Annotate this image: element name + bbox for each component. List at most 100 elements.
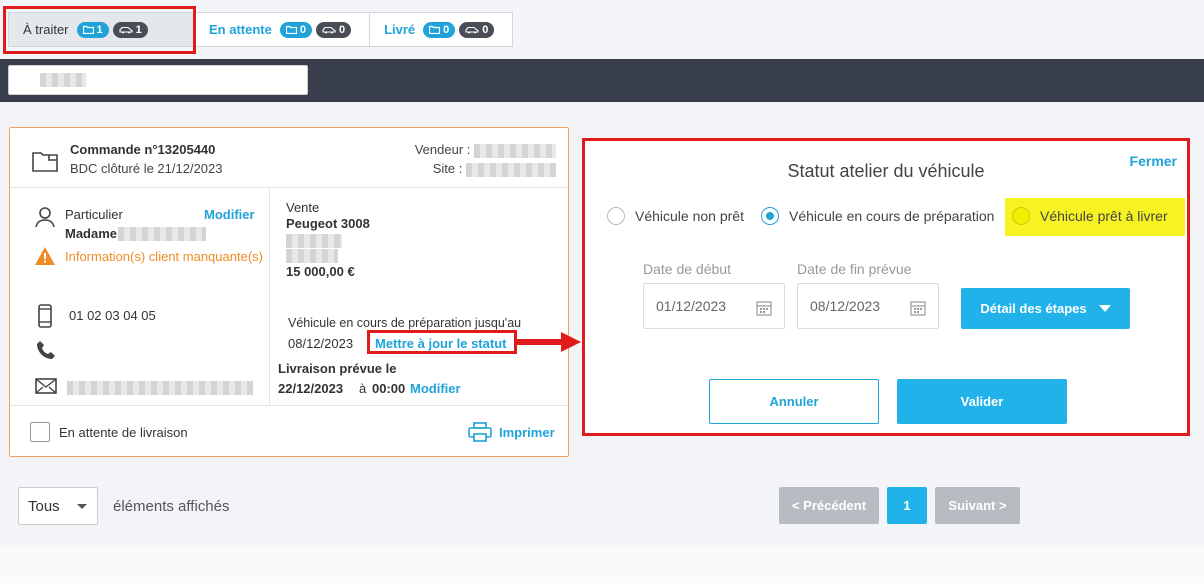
arrow-right-icon <box>517 332 581 352</box>
caret-down-icon <box>77 504 87 509</box>
tab-label: En attente <box>209 22 272 37</box>
person-icon <box>35 207 55 228</box>
vehicle-status-date: 08/12/2023 <box>288 336 354 351</box>
steps-detail-label: Détail des étapes <box>980 301 1087 316</box>
client-name: Madame <box>65 226 118 241</box>
previous-page-button[interactable]: < Précédent <box>779 487 879 524</box>
car-icon <box>322 26 336 33</box>
order-number: Commande n°13205440 <box>70 142 216 157</box>
radio-circle <box>1012 207 1030 225</box>
delivery-date: 22/12/2023 <box>278 381 344 396</box>
radio-circle <box>761 207 779 225</box>
redacted-site <box>466 162 556 177</box>
end-date-value: 08/12/2023 <box>810 298 881 314</box>
radio-circle <box>607 207 625 225</box>
radio-label: Véhicule non prêt <box>635 208 744 224</box>
items-shown-label: éléments affichés <box>113 498 230 515</box>
update-status-link[interactable]: Mettre à jour le statut <box>375 336 506 351</box>
end-date-label: Date de fin prévue <box>797 261 912 277</box>
radio-label: Véhicule en cours de préparation <box>789 208 995 224</box>
footer-band <box>0 545 1204 583</box>
previous-label: < Précédent <box>791 498 867 513</box>
tab-en-attente[interactable]: En attente 0 0 <box>195 13 371 46</box>
waiting-delivery-label: En attente de livraison <box>59 425 188 440</box>
redacted-vendor <box>474 143 556 158</box>
vehicle-status-dialog: Statut atelier du véhicule Fermer Véhicu… <box>582 138 1190 436</box>
cancel-button[interactable]: Annuler <box>709 379 879 424</box>
printer-icon[interactable] <box>468 422 492 442</box>
sale-type: Vente <box>286 200 320 215</box>
per-page-value: Tous <box>28 497 60 515</box>
start-date-field[interactable]: 01/12/2023 <box>643 283 785 329</box>
order-details: Particulier Modifier Madame Information(… <box>10 188 568 406</box>
redacted-client-name <box>118 227 206 241</box>
dialog-title: Statut atelier du véhicule <box>787 161 985 181</box>
car-count-badge: 1 <box>112 21 148 38</box>
car-count-badge: 0 <box>459 21 495 38</box>
folder-count: 0 <box>299 23 306 36</box>
next-page-button[interactable]: Suivant > <box>935 487 1020 524</box>
calendar-icon <box>756 301 772 316</box>
car-count-badge: 0 <box>315 21 352 38</box>
validate-button[interactable]: Valider <box>897 379 1067 424</box>
radio-in-preparation[interactable]: Véhicule en cours de préparation <box>761 207 994 225</box>
radio-not-ready[interactable]: Véhicule non prêt <box>607 207 744 225</box>
next-label: Suivant > <box>948 498 1007 513</box>
tab-a-traiter[interactable]: À traiter 1 1 <box>9 13 195 46</box>
print-link[interactable]: Imprimer <box>499 425 555 440</box>
vehicle-model: Peugeot 3008 <box>286 216 370 231</box>
email-icon <box>35 378 57 394</box>
delivery-time: 00:00 <box>372 381 406 396</box>
start-date-label: Date de début <box>643 261 731 277</box>
start-date-value: 01/12/2023 <box>656 298 727 314</box>
folder-icon <box>82 25 94 34</box>
folder-count-badge: 1 <box>76 21 109 38</box>
order-header: Commande n°13205440 BDC clôturé le 21/12… <box>10 128 568 188</box>
per-page-select[interactable]: Tous <box>18 487 98 525</box>
vendor-label: Vendeur : <box>414 142 471 157</box>
radio-label: Véhicule prêt à livrer <box>1040 208 1168 224</box>
client-type: Particulier <box>65 207 123 222</box>
modify-delivery-link[interactable]: Modifier <box>410 381 461 396</box>
order-footer: En attente de livraison Imprimer <box>10 406 568 456</box>
page-number: 1 <box>903 498 911 513</box>
tab-label: À traiter <box>23 22 69 37</box>
order-card: Commande n°13205440 BDC clôturé le 21/12… <box>9 127 569 457</box>
radio-ready-to-deliver[interactable]: Véhicule prêt à livrer <box>1012 207 1168 225</box>
phone-icon <box>37 341 55 359</box>
mobile-phone-icon <box>38 304 52 328</box>
steps-detail-button[interactable]: Détail des étapes <box>961 288 1130 329</box>
site-label: Site : <box>432 161 463 176</box>
vendor: Vendeur : <box>415 142 556 158</box>
redacted-vehicle-line-2 <box>286 249 338 263</box>
folder-count: 0 <box>443 23 450 36</box>
missing-info-warning: Information(s) client manquante(s) <box>65 249 263 264</box>
tab-label: Livré <box>384 22 416 37</box>
car-count: 0 <box>338 23 346 36</box>
folder-icon <box>285 25 297 34</box>
vehicle-price: 15 000,00 € <box>286 264 355 279</box>
folder-icon <box>429 25 441 34</box>
redacted-search-text <box>40 73 86 87</box>
tab-livre[interactable]: Livré 0 0 <box>370 13 512 46</box>
folder-count-badge: 0 <box>279 21 312 38</box>
folder-count-badge: 0 <box>423 21 456 38</box>
cancel-label: Annuler <box>769 394 819 409</box>
warning-icon <box>35 247 55 265</box>
car-count: 0 <box>482 23 489 36</box>
close-link[interactable]: Fermer <box>1130 153 1177 169</box>
validate-label: Valider <box>960 394 1004 409</box>
vehicle-status: Véhicule en cours de préparation jusqu'a… <box>288 316 522 330</box>
site: Site : <box>433 161 556 177</box>
waiting-delivery-checkbox[interactable] <box>30 422 50 442</box>
redacted-email <box>67 381 253 395</box>
order-closed-date: BDC clôturé le 21/12/2023 <box>70 161 223 176</box>
car-icon <box>119 26 133 33</box>
page-1-button[interactable]: 1 <box>887 487 927 524</box>
end-date-field[interactable]: 08/12/2023 <box>797 283 939 329</box>
delivery-label: Livraison prévue le <box>278 361 397 376</box>
modify-client-link[interactable]: Modifier <box>204 207 255 222</box>
mobile-number: 01 02 03 04 05 <box>69 308 156 323</box>
car-count: 1 <box>135 23 142 36</box>
folder-count: 1 <box>96 23 103 36</box>
